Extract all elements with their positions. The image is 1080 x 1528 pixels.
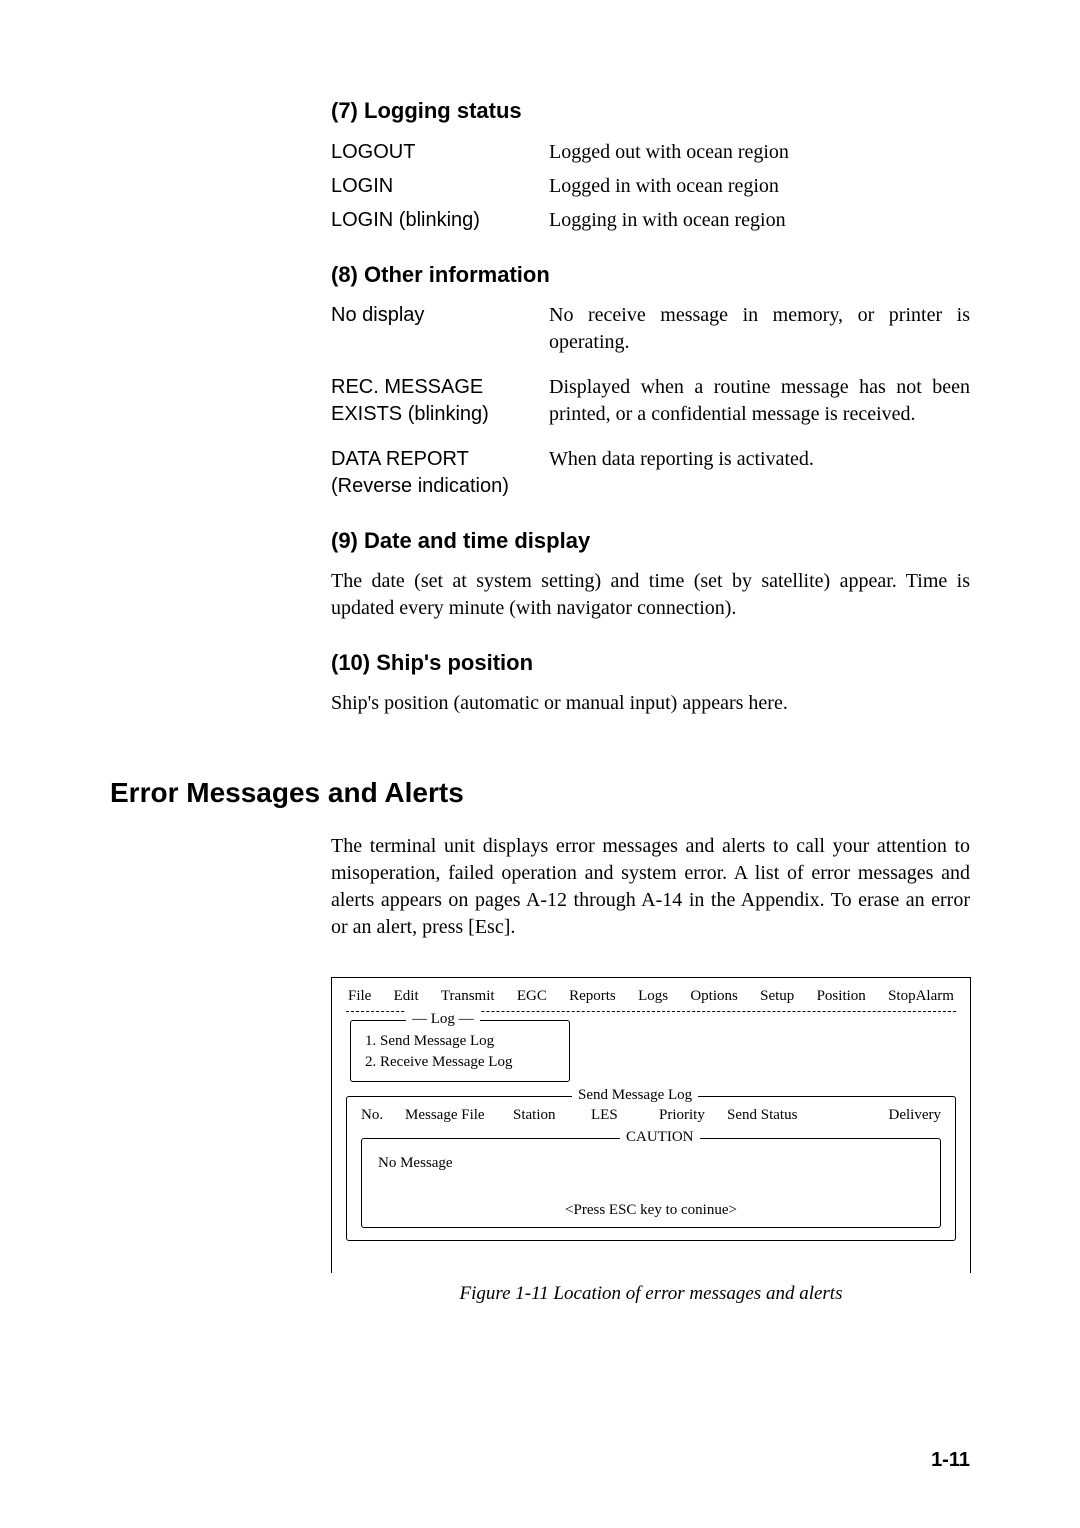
section10-body: Ship's position (automatic or manual inp… — [331, 690, 970, 717]
figure-sml-headers: No. Message File Station LES Priority Se… — [361, 1107, 941, 1124]
section8-heading: (8) Other information — [331, 262, 970, 288]
menu-item: Options — [690, 988, 738, 1005]
errors-heading: Error Messages and Alerts — [110, 777, 970, 809]
menu-item: Setup — [760, 988, 794, 1005]
figure-log-legend: — Log — — [406, 1011, 480, 1028]
page-number: 1-11 — [931, 1449, 970, 1472]
term: LOGOUT — [331, 138, 549, 166]
desc: Logged out with ocean region — [549, 138, 970, 166]
logging-row: LOGOUT Logged out with ocean region — [331, 138, 970, 166]
figure-log-dropdown: — Log — 1. Send Message Log 2. Receive M… — [350, 1020, 570, 1082]
menu-item: Logs — [638, 988, 668, 1005]
term: LOGIN — [331, 172, 549, 200]
term: DATA REPORT (Reverse indication) — [331, 446, 549, 500]
menu-item: EGC — [517, 988, 547, 1005]
desc: Logged in with ocean region — [549, 172, 970, 200]
menu-item: Reports — [569, 988, 616, 1005]
menu-item: StopAlarm — [888, 988, 954, 1005]
col-header: Station — [513, 1107, 583, 1124]
desc: Displayed when a routine message has not… — [549, 374, 970, 428]
term: No display — [331, 302, 549, 329]
menu-item: File — [348, 988, 371, 1005]
term: LOGIN (blinking) — [331, 206, 549, 234]
figure-terminal-screenshot: File Edit Transmit EGC Reports Logs Opti… — [331, 977, 971, 1273]
col-header: No. — [361, 1107, 397, 1124]
errors-body: The terminal unit displays error message… — [331, 833, 970, 941]
term: REC. MESSAGE EXISTS (blinking) — [331, 374, 549, 428]
figure-menu-row: File Edit Transmit EGC Reports Logs Opti… — [346, 988, 956, 1009]
other-info-row: No display No receive message in memory,… — [331, 302, 970, 356]
other-info-row: REC. MESSAGE EXISTS (blinking) Displayed… — [331, 374, 970, 428]
section7-heading: (7) Logging status — [331, 98, 970, 124]
section10-heading: (10) Ship's position — [331, 650, 970, 676]
logging-row: LOGIN Logged in with ocean region — [331, 172, 970, 200]
figure-log-item: 1. Send Message Log — [365, 1031, 555, 1052]
desc: No receive message in memory, or printer… — [549, 302, 970, 356]
menu-item: Position — [817, 988, 866, 1005]
logging-row: LOGIN (blinking) Logging in with ocean r… — [331, 206, 970, 234]
figure-caution-box: CAUTION No Message <Press ESC key to con… — [361, 1138, 941, 1228]
menu-item: Edit — [394, 988, 419, 1005]
menu-item: Transmit — [441, 988, 495, 1005]
other-info-row: DATA REPORT (Reverse indication) When da… — [331, 446, 970, 500]
figure-sml-legend: Send Message Log — [572, 1087, 698, 1104]
col-header: Priority — [659, 1107, 719, 1124]
figure-caution-legend: CAUTION — [620, 1129, 700, 1146]
desc: Logging in with ocean region — [549, 206, 970, 234]
col-header: Delivery — [825, 1107, 941, 1124]
figure-log-item: 2. Receive Message Log — [365, 1052, 555, 1073]
section9-heading: (9) Date and time display — [331, 528, 970, 554]
col-header: Message File — [405, 1107, 505, 1124]
figure-esc-hint: <Press ESC key to coninue> — [376, 1172, 926, 1219]
desc: When data reporting is activated. — [549, 446, 970, 473]
section9-body: The date (set at system setting) and tim… — [331, 568, 970, 622]
col-header: Send Status — [727, 1107, 817, 1124]
figure-no-message: No Message — [376, 1149, 926, 1172]
col-header: LES — [591, 1107, 651, 1124]
figure-caption: Figure 1-11 Location of error messages a… — [331, 1283, 971, 1305]
figure-send-message-log-panel: Send Message Log No. Message File Statio… — [346, 1096, 956, 1241]
